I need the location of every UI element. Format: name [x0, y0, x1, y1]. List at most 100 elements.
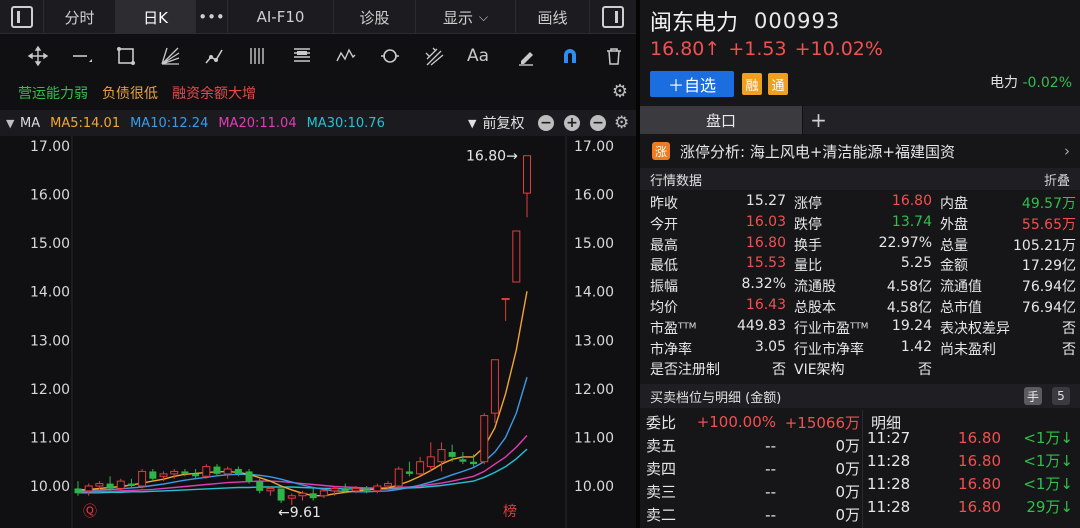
- ma-settings-gear-icon[interactable]: ⚙: [614, 113, 629, 133]
- fan-tool[interactable]: [148, 36, 192, 76]
- fold-button[interactable]: 折叠: [1044, 170, 1070, 189]
- quote-row: 振幅 8.32% 流通股 4.58亿 流通值 76.94亿: [640, 276, 1080, 297]
- stock-name: 闽东电力: [650, 11, 739, 36]
- tag-operating-weak[interactable]: 营运能力弱: [18, 83, 88, 103]
- sidebar-toggle-right-button[interactable]: [590, 0, 636, 34]
- sidebar-toggle-left-button[interactable]: [0, 0, 44, 34]
- quote-key: 是否注册制: [650, 362, 720, 379]
- tag-low-debt[interactable]: 负债很低: [102, 83, 158, 103]
- tab-pankou[interactable]: 盘口: [640, 106, 802, 134]
- hand-unit-icon[interactable]: 手: [1024, 387, 1042, 405]
- candle-body: [416, 461, 425, 475]
- quote-row: 最低 15.53 量比 5.25 金额 17.29亿: [640, 255, 1080, 276]
- tab-diagnose[interactable]: 诊股: [334, 0, 416, 34]
- y-tick-label-left: 16.00: [30, 188, 70, 204]
- gann-fan-icon: [425, 47, 444, 66]
- quote-value: 17.29亿: [1021, 258, 1076, 275]
- tags-settings-gear-icon[interactable]: ⚙: [610, 82, 630, 102]
- candle-body: [480, 415, 489, 463]
- text-tool[interactable]: Aa: [456, 36, 500, 76]
- add-tab-button[interactable]: +: [802, 106, 834, 134]
- low-annotation: ←9.61: [278, 505, 321, 521]
- quote-key: 今开: [650, 216, 678, 233]
- vertical-lines-icon: [250, 48, 264, 64]
- weibi-row: 委比 +100.00% +15066万: [640, 410, 860, 434]
- high-annotation: 16.80→: [466, 149, 518, 165]
- y-tick-label-right: 10.00: [574, 479, 614, 495]
- cycle-icon: [381, 49, 399, 63]
- magnet-tool[interactable]: [548, 36, 592, 76]
- candlestick-chart[interactable]: 17.00 17.00 16.00 16.00 15.00 15.00 14.00 14.00…: [0, 136, 636, 528]
- quote-cell: 昨收 15.27: [640, 193, 790, 214]
- zigzag-icon: [336, 48, 356, 62]
- delete-drawings-tool[interactable]: [592, 36, 636, 76]
- candle-body: [106, 483, 114, 489]
- eraser-tool[interactable]: [504, 36, 548, 76]
- adjust-dropdown[interactable]: ▼ 前复权: [468, 110, 524, 136]
- margin-badge[interactable]: 融: [742, 73, 762, 95]
- sector-info[interactable]: 电力 -0.02%: [990, 72, 1072, 92]
- five-levels-icon[interactable]: 5: [1052, 387, 1070, 405]
- tag-margin-increase[interactable]: 融资余额大增: [172, 83, 256, 103]
- ask-level-row[interactable]: 卖二 -- 0万: [640, 503, 860, 526]
- sector-change: -0.02%: [1022, 75, 1072, 91]
- connect-badge[interactable]: 通: [768, 73, 788, 95]
- order-levels: 委比 +100.00% +15066万 卖五 -- 0万 卖四 -- 0万 卖三 -…: [640, 410, 860, 528]
- quote-value: 449.83: [737, 317, 786, 334]
- quote-value: 76.94亿: [1021, 299, 1076, 316]
- line-tool[interactable]: [60, 36, 104, 76]
- tab-daily-k[interactable]: 日K: [116, 0, 196, 34]
- parallel-lines-tool[interactable]: [236, 36, 280, 76]
- trade-price: 16.80: [958, 428, 1001, 447]
- tab-ai-f10[interactable]: AI-F10: [228, 0, 334, 34]
- ask-price: --: [765, 436, 776, 455]
- pattern-tool[interactable]: [192, 36, 236, 76]
- zoom-out-icon[interactable]: −: [538, 115, 554, 131]
- zoom-in-icon[interactable]: +: [564, 115, 580, 131]
- quote-value: 19.24: [891, 317, 932, 334]
- rectangle-tool[interactable]: [104, 36, 148, 76]
- quote-key: 昨收: [650, 196, 678, 212]
- ask-level-row[interactable]: 卖四 -- 0万: [640, 457, 860, 480]
- quote-row: 均价 16.43 总股本 4.58亿 总市值 76.94亿: [640, 297, 1080, 318]
- gann-tool[interactable]: [412, 36, 456, 76]
- candle-body: [373, 485, 382, 492]
- eraser-icon: [519, 52, 533, 66]
- ask-level-row[interactable]: 卖三 -- 0万: [640, 480, 860, 503]
- display-dropdown[interactable]: 显示 ⌵: [416, 0, 516, 34]
- reset-icon[interactable]: −: [590, 115, 606, 131]
- collapse-caret-icon[interactable]: ▼: [6, 117, 20, 130]
- limit-up-analysis[interactable]: 涨 涨停分析: 海上风电+清洁能源+福建国资 ›: [640, 138, 1080, 164]
- candle-body: [159, 473, 168, 477]
- zigzag-tool[interactable]: [324, 36, 368, 76]
- stock-tags: 营运能力弱 负债很低 融资余额大增: [0, 80, 636, 106]
- quote-key: 金额: [940, 258, 968, 275]
- crosshair-tool[interactable]: [16, 36, 60, 76]
- candle-body: [266, 487, 275, 492]
- quote-grid: 昨收 15.27 涨停 16.80 内盘 49.57万 今开 16.03 跌停 13.74 外盘 55…: [640, 193, 1080, 380]
- price-change: +1.53: [728, 38, 787, 60]
- candle-body: [116, 480, 125, 489]
- ask-price: --: [765, 505, 776, 524]
- fibonacci-tool[interactable]: [280, 36, 324, 76]
- more-periods-button[interactable]: •••: [196, 0, 228, 34]
- quote-value: 16.80: [891, 193, 932, 209]
- candle-body: [192, 473, 200, 477]
- quote-cell: 表决权差异 否: [936, 318, 1080, 339]
- candle-body: [256, 481, 264, 491]
- ma-label[interactable]: MA: [20, 116, 40, 131]
- ask-level-row[interactable]: 卖五 -- 0万: [640, 434, 860, 457]
- quote-row: 昨收 15.27 涨停 16.80 内盘 49.57万: [640, 193, 1080, 214]
- draw-line-button[interactable]: 画线: [516, 0, 590, 34]
- chevron-right-icon: ›: [1064, 142, 1070, 160]
- quote-cell: 内盘 49.57万: [936, 193, 1080, 214]
- quote-row: 是否注册制否 VIE架构否: [640, 359, 1080, 380]
- quote-key: 量比: [794, 258, 822, 275]
- cycle-tool[interactable]: [368, 36, 412, 76]
- ma10-value: MA10:12.24: [130, 115, 209, 131]
- quote-row: 市盈ᵀᵀᴹ 449.83 行业市盈ᵀᵀᴹ 19.24 表决权差异 否: [640, 318, 1080, 339]
- add-watchlist-button[interactable]: ＋自选: [650, 71, 734, 97]
- tab-intraday[interactable]: 分时: [44, 0, 116, 34]
- quote-cell: 市净率 3.05: [640, 339, 790, 360]
- quote-key: 市盈ᵀᵀᴹ: [650, 320, 697, 337]
